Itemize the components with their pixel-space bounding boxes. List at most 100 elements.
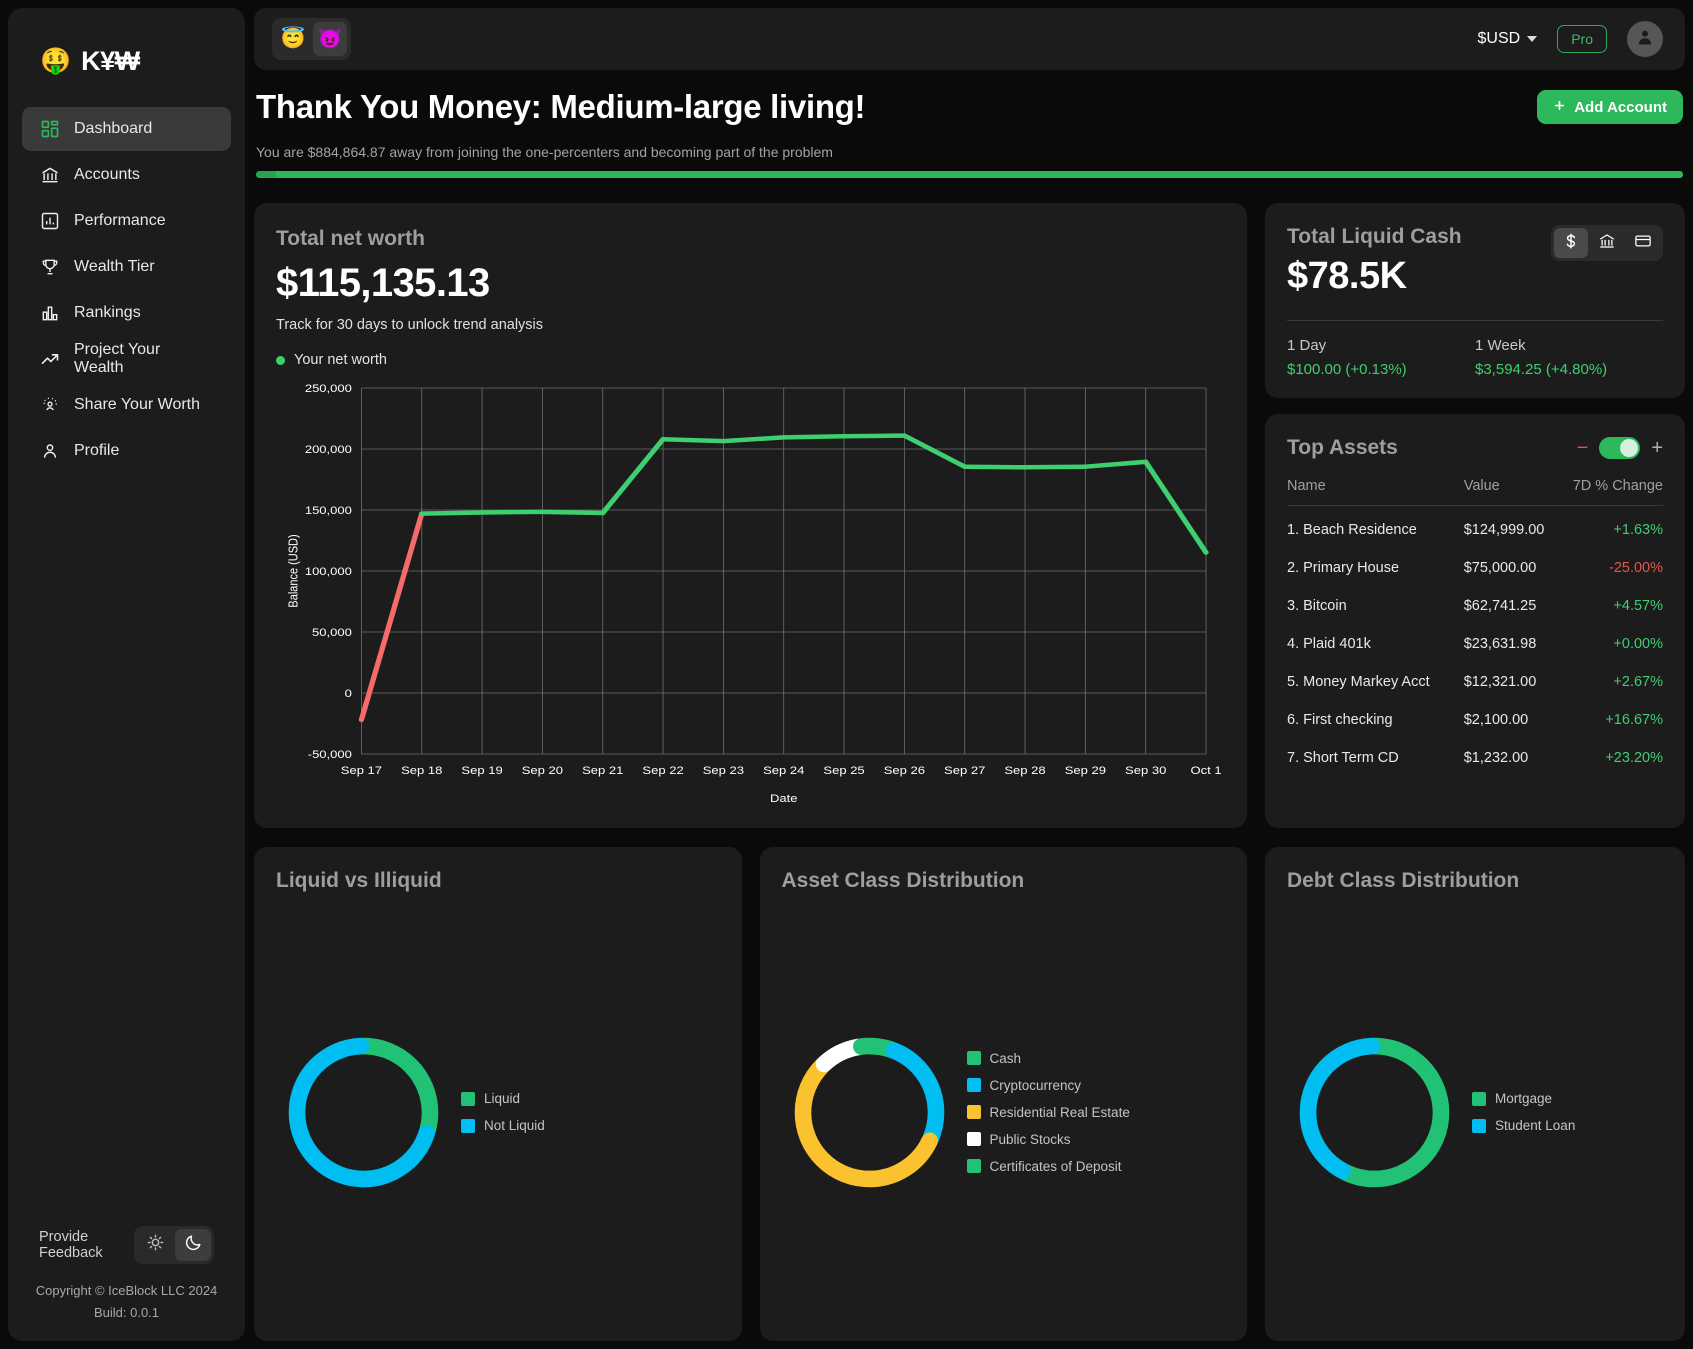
- table-header-row: Name Value 7D % Change: [1287, 478, 1663, 506]
- sidebar-item-label: Rankings: [74, 304, 141, 322]
- sidebar-item-profile[interactable]: Profile: [22, 429, 231, 473]
- legend-item[interactable]: Cryptocurrency: [967, 1078, 1130, 1093]
- stat-1-day: 1 Day $100.00 (+0.13%): [1287, 337, 1475, 378]
- divider: [1287, 320, 1663, 321]
- sidebar-item-label: Share Your Worth: [74, 396, 200, 414]
- person-icon: [39, 441, 60, 462]
- donut-legend: Cash Cryptocurrency Residential Real Est…: [967, 1051, 1130, 1174]
- sun-icon: [146, 1233, 165, 1257]
- sidebar-item-dashboard[interactable]: Dashboard: [22, 107, 231, 151]
- legend-label: Cash: [990, 1051, 1022, 1066]
- legend-swatch: [967, 1051, 981, 1065]
- donut-legend: Liquid Not Liquid: [461, 1091, 545, 1133]
- svg-text:Sep 19: Sep 19: [461, 764, 503, 777]
- table-row[interactable]: 4. Plaid 401k $23,631.98 +0.00%: [1287, 625, 1663, 663]
- svg-text:Sep 18: Sep 18: [401, 764, 443, 777]
- bank-icon: [39, 165, 60, 186]
- mood-toggle: 😇 😈: [272, 18, 351, 60]
- liquid-cash-filter-group: [1551, 225, 1663, 261]
- legend-item[interactable]: Liquid: [461, 1091, 545, 1106]
- feedback-row: Provide Feedback: [22, 1226, 231, 1264]
- donut-holder[interactable]: [782, 1025, 957, 1200]
- asset-change: +23.20%: [1569, 739, 1663, 777]
- trending-up-icon: [39, 349, 60, 370]
- avatar[interactable]: [1627, 21, 1663, 57]
- increase-rows-button[interactable]: +: [1651, 438, 1663, 458]
- legend-item[interactable]: Certificates of Deposit: [967, 1159, 1130, 1174]
- liquid-cash-header: Total Liquid Cash $78.5K: [1287, 225, 1663, 298]
- theme-light-button[interactable]: [137, 1229, 173, 1261]
- table-row[interactable]: 7. Short Term CD $1,232.00 +23.20%: [1287, 739, 1663, 777]
- asset-name: 6. First checking: [1287, 701, 1464, 739]
- table-row[interactable]: 1. Beach Residence $124,999.00 +1.63%: [1287, 506, 1663, 550]
- bottom-section: Liquid vs Illiquid Liquid Not Liquid: [254, 847, 1685, 1341]
- filter-dollar-button[interactable]: [1554, 228, 1588, 258]
- filter-bank-button[interactable]: [1590, 228, 1624, 258]
- sidebar-item-label: Profile: [74, 442, 119, 460]
- donut-holder[interactable]: [1287, 1025, 1462, 1200]
- mood-devil-button[interactable]: 😈: [313, 22, 347, 56]
- asset-name: 3. Bitcoin: [1287, 587, 1464, 625]
- asset-value: $23,631.98: [1464, 625, 1569, 663]
- top-assets-card: Top Assets − + Name Value 7D % Ch: [1265, 414, 1685, 828]
- person-icon: [1635, 27, 1655, 52]
- svg-text:0: 0: [345, 687, 353, 700]
- svg-text:250,000: 250,000: [305, 382, 352, 395]
- build-line: Build: 0.0.1: [22, 1302, 231, 1323]
- svg-text:-50,000: -50,000: [308, 748, 353, 761]
- assets-toggle-switch[interactable]: [1599, 437, 1640, 459]
- chart-legend[interactable]: Your net worth: [276, 352, 1225, 368]
- legend-item[interactable]: Not Liquid: [461, 1118, 545, 1133]
- add-account-button[interactable]: Add Account: [1537, 90, 1683, 124]
- topbar-right: $USD Pro: [1478, 21, 1663, 57]
- top-assets-table: Name Value 7D % Change 1. Beach Residenc…: [1287, 478, 1663, 777]
- legend-item[interactable]: Cash: [967, 1051, 1130, 1066]
- donut-holder[interactable]: [276, 1025, 451, 1200]
- legend-item[interactable]: Public Stocks: [967, 1132, 1130, 1147]
- sidebar-item-label: Dashboard: [74, 120, 152, 138]
- column-header-value: Value: [1464, 478, 1569, 506]
- money-face-icon: 🤑: [40, 49, 71, 74]
- legend-swatch: [967, 1078, 981, 1092]
- net-worth-chart[interactable]: -50,000050,000100,000150,000200,000250,0…: [276, 380, 1225, 810]
- svg-text:50,000: 50,000: [312, 626, 352, 639]
- legend-swatch: [967, 1105, 981, 1119]
- pro-badge[interactable]: Pro: [1557, 25, 1607, 53]
- sidebar-item-label: Performance: [74, 212, 166, 230]
- page-header-row: Thank You Money: Medium-large living! Ad…: [256, 88, 1683, 126]
- brand-logo[interactable]: 🤑 K¥₩: [8, 8, 245, 107]
- add-account-label: Add Account: [1574, 99, 1667, 116]
- chevron-down-icon: [1527, 36, 1537, 42]
- legend-swatch: [967, 1159, 981, 1173]
- top-assets-controls: − +: [1577, 437, 1663, 459]
- table-row[interactable]: 5. Money Markey Acct $12,321.00 +2.67%: [1287, 663, 1663, 701]
- sidebar-item-share-your-worth[interactable]: Share Your Worth: [22, 383, 231, 427]
- svg-text:Date: Date: [770, 792, 798, 805]
- filter-card-button[interactable]: [1626, 228, 1660, 258]
- provide-feedback-link[interactable]: Provide Feedback: [39, 1229, 134, 1261]
- legend-item[interactable]: Mortgage: [1472, 1091, 1575, 1106]
- asset-value: $1,232.00: [1464, 739, 1569, 777]
- asset-change: +1.63%: [1569, 506, 1663, 550]
- sidebar-item-project-your-wealth[interactable]: Project Your Wealth: [22, 337, 231, 381]
- currency-selector[interactable]: $USD: [1478, 30, 1538, 48]
- dollar-icon: [1562, 232, 1580, 255]
- legend-item[interactable]: Student Loan: [1472, 1118, 1575, 1133]
- sidebar-item-performance[interactable]: Performance: [22, 199, 231, 243]
- sidebar-item-accounts[interactable]: Accounts: [22, 153, 231, 197]
- theme-dark-button[interactable]: [175, 1229, 211, 1261]
- top-assets-header: Top Assets − +: [1287, 436, 1663, 460]
- svg-text:Sep 22: Sep 22: [642, 764, 684, 777]
- sidebar-item-rankings[interactable]: Rankings: [22, 291, 231, 335]
- mood-angel-button[interactable]: 😇: [276, 22, 310, 56]
- sidebar-item-wealth-tier[interactable]: Wealth Tier: [22, 245, 231, 289]
- asset-name: 7. Short Term CD: [1287, 739, 1464, 777]
- decrease-rows-button[interactable]: −: [1577, 438, 1589, 458]
- chart-icon: [39, 211, 60, 232]
- table-row[interactable]: 3. Bitcoin $62,741.25 +4.57%: [1287, 587, 1663, 625]
- table-row[interactable]: 6. First checking $2,100.00 +16.67%: [1287, 701, 1663, 739]
- svg-text:Sep 27: Sep 27: [944, 764, 986, 777]
- table-row[interactable]: 2. Primary House $75,000.00 -25.00%: [1287, 549, 1663, 587]
- share-icon: [39, 395, 60, 416]
- legend-item[interactable]: Residential Real Estate: [967, 1105, 1130, 1120]
